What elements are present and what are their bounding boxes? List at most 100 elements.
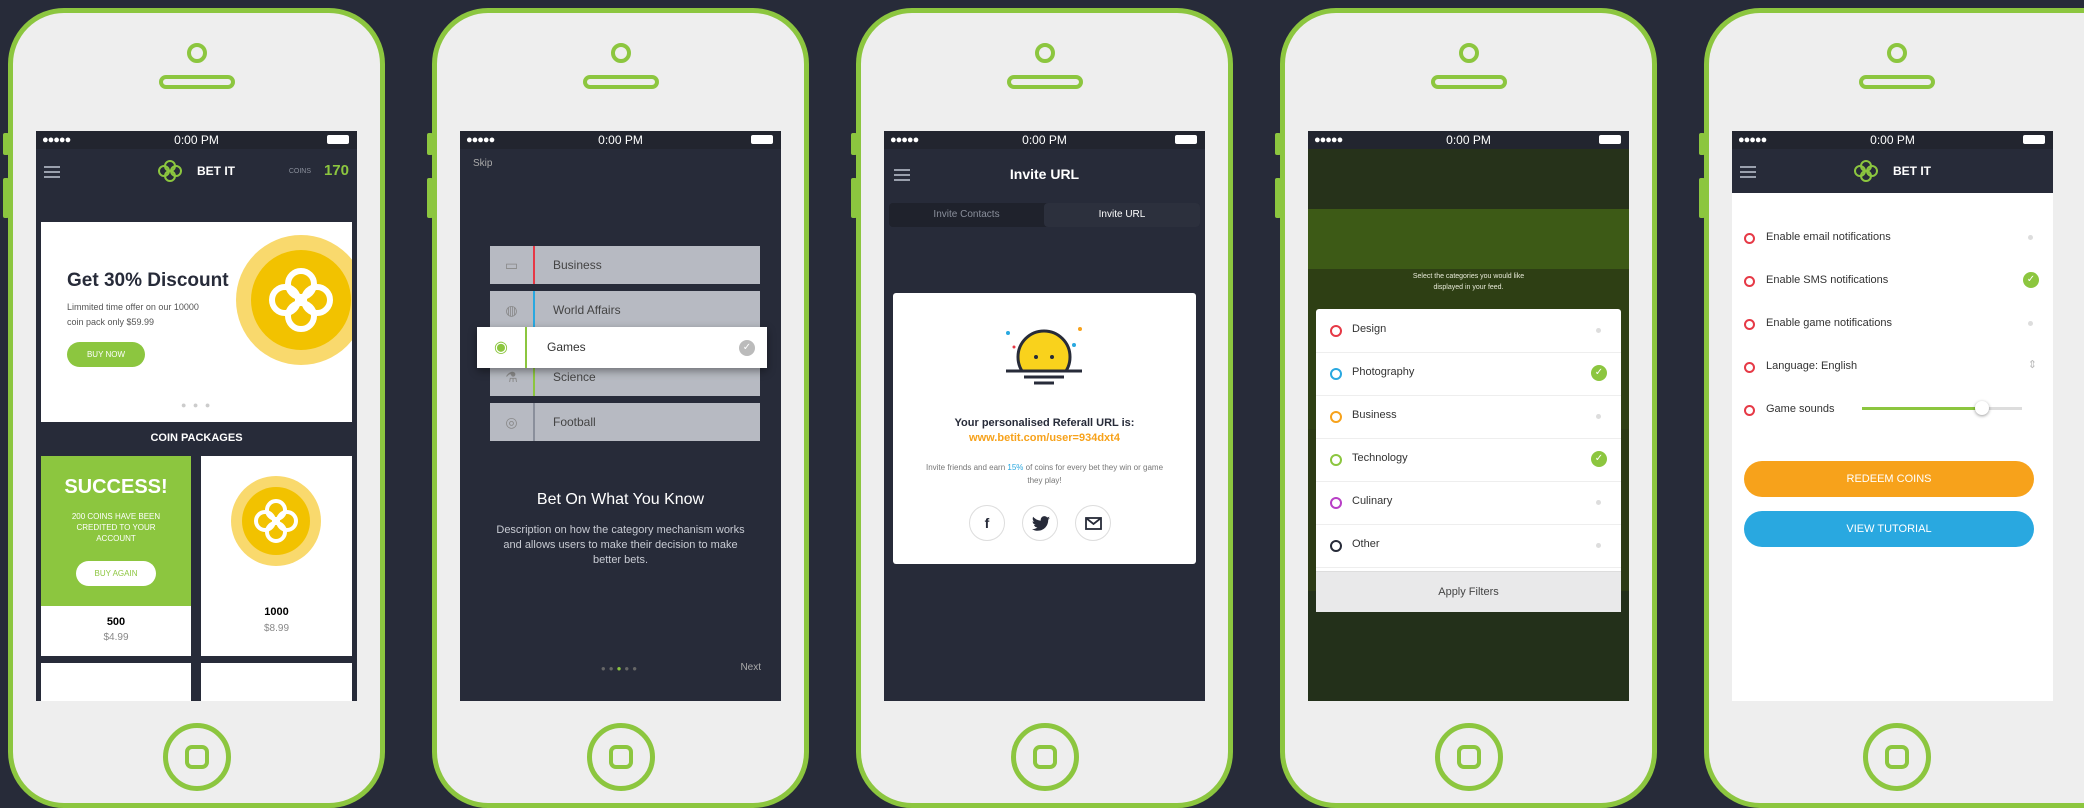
settings-row[interactable]: Game sounds — [1732, 395, 2053, 438]
globe-icon: ◍ — [490, 291, 535, 329]
menu-icon[interactable] — [44, 171, 60, 173]
category-card-world-affairs[interactable]: ◍ World Affairs — [490, 291, 760, 329]
apply-filters-button[interactable]: Apply Filters — [1316, 571, 1621, 612]
coin-pack-1000[interactable]: 1000 $8.99 — [201, 456, 352, 656]
checked-icon[interactable]: ✓ — [1591, 365, 1607, 381]
sun-illustration-icon — [1006, 327, 1082, 395]
checked-icon[interactable]: ✓ — [2023, 272, 2039, 288]
check-icon: ✓ — [739, 340, 755, 356]
toggle-icon[interactable] — [2028, 321, 2033, 326]
settings-row[interactable]: Enable SMS notifications ✓ — [1732, 266, 2053, 309]
tab-invite-url[interactable]: Invite URL — [1044, 203, 1200, 227]
battery-icon — [2023, 135, 2045, 144]
settings-row[interactable]: Enable game notifications — [1732, 309, 2053, 352]
coin-pack-card[interactable] — [41, 663, 191, 701]
settings-row[interactable]: Enable email notifications — [1732, 223, 2053, 266]
filter-row[interactable]: Design — [1316, 309, 1621, 353]
filter-row[interactable]: Technology ✓ — [1316, 438, 1621, 482]
business-icon: ▭ — [490, 246, 535, 284]
home-button — [1010, 723, 1079, 791]
buy-again-button[interactable]: BUY AGAIN — [76, 561, 156, 586]
category-label: Business — [553, 258, 602, 272]
settings-row[interactable]: Language: English ⇕ — [1732, 352, 2053, 395]
camera-icon — [186, 43, 207, 63]
referral-card: Your personalised Referall URL is: www.b… — [893, 293, 1196, 564]
battery-icon — [1599, 135, 1621, 144]
filter-row[interactable]: Culinary — [1316, 481, 1621, 525]
speaker-icon — [1006, 75, 1083, 89]
unchecked-icon[interactable] — [1596, 414, 1601, 419]
filter-row[interactable]: Business — [1316, 395, 1621, 439]
filter-label: Other — [1352, 538, 1380, 550]
category-label: World Affairs — [553, 303, 621, 317]
carousel-dots[interactable]: ● ● ● — [181, 400, 212, 410]
onboarding-description: Description on how the category mechanis… — [496, 524, 745, 566]
home-button — [1863, 723, 1931, 791]
twitter-share-icon[interactable] — [1022, 505, 1058, 541]
facebook-share-icon[interactable]: f — [969, 505, 1005, 541]
category-label: Football — [553, 415, 596, 429]
phone-frame-1: ●●●●● 0:00 PM BET IT COINS 170 Get 30% D… — [3, 8, 385, 808]
status-bar: ●●●●● 0:00 PM — [36, 131, 357, 149]
skip-link[interactable]: Skip — [473, 158, 492, 169]
category-card-games[interactable]: ◉ Games ✓ — [477, 327, 767, 368]
select-arrows-icon[interactable]: ⇕ — [2028, 358, 2037, 371]
bullet-icon — [1744, 233, 1755, 244]
logo-text: BET IT — [197, 164, 235, 178]
phone-frame-3: ●●●●● 0:00 PM Invite URL Invite Contacts… — [851, 8, 1233, 808]
home-screen: ●●●●● 0:00 PM BET IT COINS 170 Get 30% D… — [36, 131, 357, 701]
onboarding-screen: ●●●●● 0:00 PM Skip ▭ Business ◍ World Af… — [460, 131, 781, 701]
filter-label: Culinary — [1352, 495, 1393, 507]
app-logo: BET IT — [158, 159, 235, 183]
category-dot-icon — [1330, 411, 1342, 423]
checked-icon[interactable]: ✓ — [1591, 451, 1607, 467]
section-title: COIN PACKAGES — [150, 432, 243, 444]
clover-logo-icon — [158, 160, 182, 182]
mail-share-icon[interactable] — [1075, 505, 1111, 541]
redeem-coins-button[interactable]: REDEEM COINS — [1744, 461, 2034, 497]
unchecked-icon[interactable] — [1596, 543, 1601, 548]
unchecked-icon[interactable] — [1596, 328, 1601, 333]
slider-fill — [1862, 407, 1982, 410]
filter-row[interactable]: Other — [1316, 524, 1621, 568]
filter-label: Photography — [1352, 366, 1415, 378]
speaker-icon — [582, 75, 659, 89]
banner-title: Get 30% Discount — [67, 270, 229, 291]
status-bar: ●●●●● 0:00 PM — [460, 131, 781, 149]
toggle-icon[interactable] — [2028, 235, 2033, 240]
status-time: 0:00 PM — [1022, 133, 1067, 147]
bullet-icon — [1744, 405, 1755, 416]
page-title: Invite URL — [1009, 166, 1080, 182]
filter-prompt: Select the categories you would like dis… — [1412, 273, 1525, 291]
view-tutorial-button[interactable]: VIEW TUTORIAL — [1744, 511, 2034, 547]
promo-banner[interactable]: Get 30% Discount Limmited time offer on … — [41, 222, 352, 422]
coin-pack-card[interactable] — [201, 663, 352, 701]
filter-row[interactable]: Photography ✓ — [1316, 352, 1621, 396]
pagination-dots[interactable]: ●●●●● — [460, 664, 781, 673]
buy-now-button[interactable]: BUY NOW — [67, 342, 145, 367]
menu-icon[interactable] — [1740, 171, 1756, 173]
category-card-football[interactable]: ◎ Football — [490, 403, 760, 441]
unchecked-icon[interactable] — [1596, 500, 1601, 505]
referral-url-link[interactable]: www.betit.com/user=934dxt4 — [893, 432, 1196, 444]
bullet-icon — [1744, 276, 1755, 287]
next-link[interactable]: Next — [740, 662, 761, 673]
invite-tabs: Invite Contacts Invite URL — [889, 203, 1200, 227]
invite-screen: ●●●●● 0:00 PM Invite URL Invite Contacts… — [884, 131, 1205, 701]
home-button — [162, 723, 231, 791]
setting-label: Enable SMS notifications — [1766, 274, 1889, 286]
ball-icon: ◎ — [490, 403, 535, 441]
slider-knob[interactable] — [1975, 401, 1989, 415]
status-time: 0:00 PM — [598, 133, 643, 147]
camera-icon — [1034, 43, 1055, 63]
game-sounds-slider[interactable] — [1862, 401, 2022, 415]
settings-screen: ●●●●● 0:00 PM BET IT Enable email notifi… — [1732, 131, 2053, 701]
coin-pack-500[interactable]: 500 $4.99 — [41, 606, 191, 656]
coins-value: 170 — [323, 162, 349, 179]
tab-invite-contacts[interactable]: Invite Contacts — [889, 203, 1044, 227]
category-card-business[interactable]: ▭ Business — [490, 246, 760, 284]
status-time: 0:00 PM — [174, 133, 219, 147]
fingerprint-icon: ◉ — [477, 327, 527, 368]
invite-text: of coins for every bet they win or game … — [1023, 463, 1164, 485]
battery-icon — [327, 135, 349, 144]
